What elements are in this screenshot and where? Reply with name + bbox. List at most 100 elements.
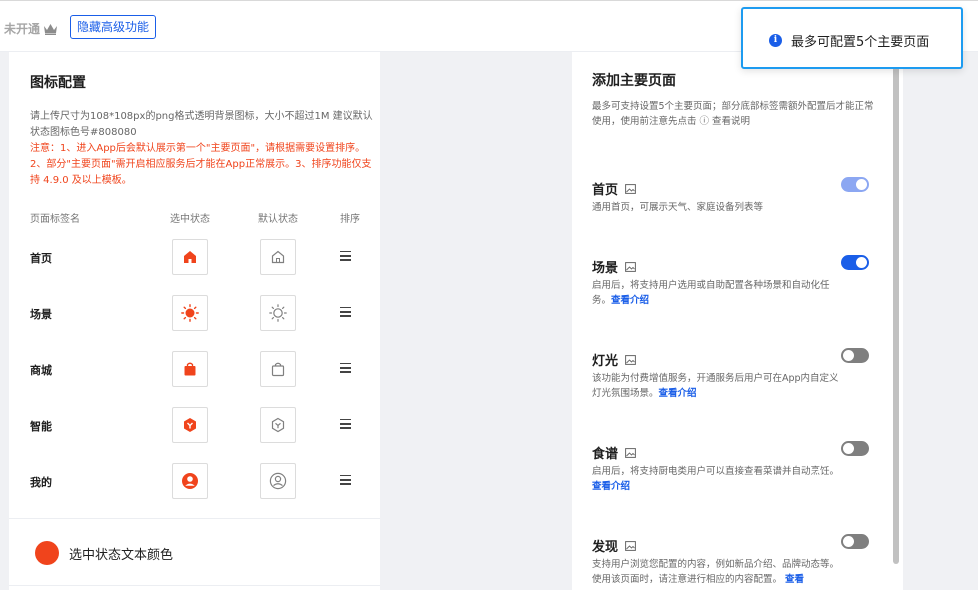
- icon-config-notice: 注意：1、进入App后会默认展示第一个"主要页面"，请根据需要设置排序。2、部分…: [30, 143, 372, 186]
- selected-icon-upload[interactable]: [172, 239, 208, 275]
- icon-row-mall: 商城: [9, 351, 380, 387]
- row-label: 我的: [30, 476, 52, 489]
- page-item-desc-text: 启用后，将支持厨电类用户可以直接查看菜谱并自动烹饪。: [592, 466, 840, 477]
- main-pages-title: 添加主要页面: [592, 73, 676, 89]
- page-item-title: 食谱: [592, 447, 619, 462]
- page-item-title: 首页: [592, 183, 619, 198]
- default-icon-upload[interactable]: [260, 295, 296, 331]
- selected-icon-upload[interactable]: [172, 351, 208, 387]
- row-label: 首页: [30, 252, 52, 265]
- column-header-sort: 排序: [340, 214, 360, 225]
- drag-handle-icon[interactable]: [340, 419, 351, 429]
- view-intro-link[interactable]: 查看介绍: [611, 295, 649, 306]
- plan-status-label: 未开通: [4, 22, 41, 36]
- page-item-description: 启用后，将支持厨电类用户可以直接查看菜谱并自动烹饪。查看介绍: [592, 464, 842, 494]
- page-item-name: 食谱: [592, 443, 636, 462]
- image-preview-icon[interactable]: [625, 447, 636, 458]
- page-item-description: 通用首页，可展示天气、家庭设备列表等: [592, 200, 842, 215]
- default-icon-upload[interactable]: [260, 407, 296, 443]
- main-pages-panel: 添加主要页面 最多可支持设置5个主要页面；部分底部标签需额外配置后才能正常使用，…: [572, 52, 890, 590]
- row-label: 商城: [30, 364, 52, 377]
- drag-handle-icon[interactable]: [340, 475, 351, 485]
- page-item-title: 灯光: [592, 354, 619, 369]
- page-item-description: 启用后，将支持用户选用或自助配置各种场景和自动化任务。查看介绍: [592, 278, 842, 308]
- icon-row-scene: 场景: [9, 295, 380, 331]
- info-icon: i: [769, 34, 782, 47]
- main-pages-description: 最多可支持设置5个主要页面；部分底部标签需额外配置后才能正常使用，使用前注意先点…: [592, 101, 874, 127]
- home-icon: [271, 250, 285, 264]
- plan-status: 未开通: [4, 20, 58, 37]
- default-icon-upload[interactable]: [260, 351, 296, 387]
- shopping-bag-icon: [184, 362, 196, 376]
- page-toggle-scene[interactable]: [841, 255, 869, 270]
- toggle-knob: [843, 350, 854, 361]
- page-toggle-discover[interactable]: [841, 534, 869, 549]
- sun-icon: [269, 304, 287, 322]
- page-item-name: 发现: [592, 536, 636, 555]
- user-icon: [182, 473, 198, 489]
- icon-table-header: 页面标签名 选中状态 默认状态 排序: [9, 210, 380, 226]
- default-icon-upload[interactable]: [260, 239, 296, 275]
- page-item-description: 该功能为付费增值服务，开通服务后用户可在App内自定义灯光氛围场景。查看介绍: [592, 371, 842, 401]
- toggle-knob: [843, 536, 854, 547]
- icon-config-panel: 图标配置 请上传尺寸为108*108px的png格式透明背景图标，大小不超过1M…: [9, 52, 380, 590]
- column-header-label: 页面标签名: [30, 214, 80, 225]
- default-icon-upload[interactable]: [260, 463, 296, 499]
- selected-icon-upload[interactable]: [172, 295, 208, 331]
- selected-text-color-label: 选中状态文本颜色: [69, 548, 174, 563]
- view-intro-link[interactable]: 查看: [785, 574, 804, 585]
- page-item-name: 首页: [592, 179, 636, 198]
- toggle-knob: [843, 443, 854, 454]
- sun-icon: [181, 304, 199, 322]
- page-toggle-lighting[interactable]: [841, 348, 869, 363]
- image-preview-icon[interactable]: [625, 354, 636, 365]
- panel-gap: [400, 52, 572, 590]
- hide-advanced-button[interactable]: 隐藏高级功能: [70, 15, 157, 39]
- drag-handle-icon[interactable]: [340, 363, 351, 373]
- icon-config-description: 请上传尺寸为108*108px的png格式透明背景图标，大小不超过1M 建议默认…: [30, 111, 373, 138]
- scrollbar[interactable]: [890, 52, 903, 590]
- icon-row-smart: 智能: [9, 407, 380, 443]
- right-margin: [903, 52, 978, 590]
- row-label: 智能: [30, 420, 52, 433]
- page-toggle-recipe[interactable]: [841, 441, 869, 456]
- column-header-selected: 选中状态: [170, 214, 210, 225]
- row-label: 场景: [30, 308, 52, 321]
- page-item-name: 灯光: [592, 350, 636, 369]
- icon-row-mine: 我的: [9, 463, 380, 499]
- column-header-default: 默认状态: [258, 214, 298, 225]
- hexagon-icon: [271, 417, 285, 433]
- page-item-desc-text: 通用首页，可展示天气、家庭设备列表等: [592, 202, 764, 213]
- scrollbar-thumb[interactable]: [893, 56, 899, 564]
- page-toggle-home[interactable]: [841, 177, 869, 192]
- page-item-desc-text: 该功能为付费增值服务，开通服务后用户可在App内自定义灯光氛围场景。: [592, 373, 839, 399]
- view-intro-link[interactable]: 查看介绍: [592, 481, 630, 492]
- selected-icon-upload[interactable]: [172, 463, 208, 499]
- icon-row-home: 首页: [9, 239, 380, 275]
- toast-message: 最多可配置5个主要页面: [791, 35, 930, 50]
- selected-icon-upload[interactable]: [172, 407, 208, 443]
- shopping-bag-icon: [271, 362, 285, 377]
- divider: [9, 585, 380, 586]
- user-icon: [269, 472, 287, 490]
- view-intro-link[interactable]: 查看介绍: [659, 388, 697, 399]
- hexagon-icon: [184, 418, 196, 432]
- home-icon: [184, 251, 196, 263]
- toggle-knob: [856, 179, 867, 190]
- image-preview-icon[interactable]: [625, 261, 636, 272]
- toast-content: i 最多可配置5个主要页面: [769, 31, 929, 50]
- toast-notification: i 最多可配置5个主要页面: [741, 7, 963, 69]
- drag-handle-icon[interactable]: [340, 307, 351, 317]
- image-preview-icon[interactable]: [625, 540, 636, 551]
- image-preview-icon[interactable]: [625, 183, 636, 194]
- page-item-title: 发现: [592, 540, 619, 555]
- drag-handle-icon[interactable]: [340, 251, 351, 261]
- page-item-description: 支持用户浏览您配置的内容，例如新品介绍、品牌动态等。使用该页面时，请注意进行相应…: [592, 557, 842, 587]
- page-item-title: 场景: [592, 261, 619, 276]
- page-item-name: 场景: [592, 257, 636, 276]
- icon-config-title: 图标配置: [30, 75, 86, 91]
- selected-text-color-swatch[interactable]: [35, 541, 59, 565]
- divider: [9, 518, 380, 519]
- crown-icon: [44, 23, 58, 35]
- toggle-knob: [856, 257, 867, 268]
